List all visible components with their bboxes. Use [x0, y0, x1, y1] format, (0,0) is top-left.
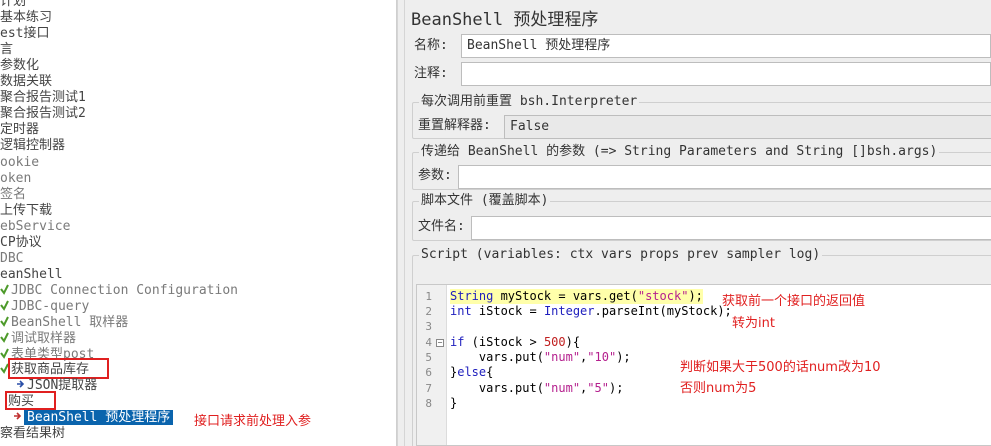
tree-item-aggregate-1[interactable]: 聚合报告测试1	[0, 90, 86, 106]
code-line: }else{	[450, 365, 494, 379]
line-number: 2	[425, 305, 432, 318]
tree-item-upload-download[interactable]: 上传下载	[0, 203, 52, 219]
annotation-if-condition: 判断如果大于500的话num改为10	[680, 360, 881, 375]
page-title: BeanShell 预处理程序	[411, 10, 599, 30]
tree-item-beanshell-preprocessor[interactable]: BeanShell 预处理程序	[13, 410, 174, 426]
line-number: 1	[425, 290, 432, 303]
sampler-icon	[0, 299, 9, 311]
line-number: 4	[425, 336, 432, 349]
tree-item-parameterize[interactable]: 参数化	[0, 58, 39, 74]
tree-item-jdbc[interactable]: DBC	[0, 251, 23, 267]
tree-item-aggregate-2[interactable]: 聚合报告测试2	[0, 106, 86, 122]
name-row: 名称: BeanShell 预处理程序	[411, 33, 991, 59]
highlight-box-get-stock	[8, 358, 109, 379]
line-number-gutter: 1 2 3 4 5 6 7 8 −	[417, 285, 447, 445]
config-element-icon	[0, 283, 9, 295]
tree-item-plan[interactable]: 计划	[0, 0, 26, 10]
tree-item-test-api[interactable]: est接口	[0, 26, 49, 42]
tree-item-signature[interactable]: 签名	[0, 187, 26, 203]
tree-item-tcp[interactable]: CP协议	[0, 235, 42, 251]
tree-item-logic-controller[interactable]: 逻辑控制器	[0, 138, 65, 154]
fold-toggle-icon[interactable]: −	[436, 339, 444, 347]
tree-item-basic-practice[interactable]: 基本练习	[0, 10, 52, 26]
tree-item-assert[interactable]: 言	[0, 42, 13, 58]
code-line: }	[450, 396, 458, 410]
line-number: 6	[425, 366, 432, 379]
tree-item-cookie[interactable]: ookie	[0, 155, 39, 171]
tree-item-view-results-tree[interactable]: 察看结果树	[0, 426, 65, 442]
script-editor[interactable]: 1 2 3 4 5 6 7 8 − String myStock = vars.…	[416, 284, 991, 446]
params-group-title: 传递给 BeanShell 的参数 (=> String Parameters …	[419, 144, 940, 160]
tree-item-webservice[interactable]: ebService	[0, 219, 70, 235]
tree-item-beanshell[interactable]: eanShell	[0, 267, 63, 283]
tree-item-jdbc-connection-config[interactable]: JDBC Connection Configuration	[0, 283, 238, 299]
code-line: String myStock = vars.get("stock");	[450, 289, 703, 304]
parameters-field[interactable]	[458, 165, 991, 189]
parameters-group: 传递给 BeanShell 的参数 (=> String Parameters …	[412, 144, 991, 190]
filename-field[interactable]	[471, 216, 991, 240]
name-label: 名称:	[414, 38, 448, 53]
code-line: int iStock = Integer.parseInt(myStock);	[450, 304, 732, 318]
params-label: 参数:	[418, 168, 452, 183]
reset-group-title: 每次调用前重置 bsh.Interpreter	[419, 94, 640, 110]
script-group-title: Script (variables: ctx vars props prev s…	[419, 247, 823, 263]
tree-item-jdbc-query[interactable]: JDBC-query	[0, 299, 89, 315]
comment-label: 注释:	[414, 66, 448, 81]
line-number: 3	[425, 320, 432, 333]
file-group-title: 脚本文件 (覆盖脚本)	[419, 193, 551, 209]
code-line: vars.put("num","10");	[450, 350, 631, 364]
comment-field[interactable]	[461, 62, 991, 86]
code-line: if (iStock > 500){	[450, 335, 581, 349]
sampler-icon	[0, 315, 9, 327]
tree-item-token[interactable]: oken	[0, 171, 31, 187]
code-line: vars.put("num","5");	[450, 381, 624, 395]
highlight-box-purchase	[5, 391, 56, 410]
filename-label: 文件名:	[418, 219, 465, 234]
beanshell-preprocessor-panel: BeanShell 预处理程序 名称: BeanShell 预处理程序 注释: …	[405, 0, 991, 446]
arrow-right-icon	[16, 378, 25, 390]
line-number: 8	[425, 397, 432, 410]
script-file-group: 脚本文件 (覆盖脚本) 文件名:	[412, 193, 991, 241]
annotation-get-previous-value: 获取前一个接口的返回值	[722, 294, 866, 309]
annotation-else-condition: 否则num为5	[680, 381, 757, 396]
annotation-convert-int: 转为int	[732, 316, 775, 331]
tree-item-debug-sampler[interactable]: 调试取样器	[0, 331, 76, 347]
tree-item-beanshell-sampler[interactable]: BeanShell 取样器	[0, 315, 128, 331]
sampler-icon	[0, 331, 9, 343]
tree-item-timer[interactable]: 定时器	[0, 122, 39, 138]
reset-interpreter-select[interactable]: False	[504, 115, 991, 139]
annotation-preprocessor-note: 接口请求前处理入参	[194, 414, 312, 429]
split-pane-divider[interactable]	[397, 0, 405, 446]
reset-interpreter-group: 每次调用前重置 bsh.Interpreter 重置解释器: False	[412, 94, 991, 139]
reset-label: 重置解释器:	[418, 118, 491, 133]
arrow-right-icon	[13, 410, 22, 422]
test-plan-tree[interactable]: 计划 基本练习 est接口 言 参数化 数据关联 聚合报告测试1 聚合报告测试2…	[0, 0, 397, 446]
line-number: 7	[425, 382, 432, 395]
comment-row: 注释:	[411, 61, 991, 87]
tree-item-data-correlation[interactable]: 数据关联	[0, 74, 52, 90]
line-number: 5	[425, 351, 432, 364]
name-field[interactable]: BeanShell 预处理程序	[461, 34, 991, 58]
